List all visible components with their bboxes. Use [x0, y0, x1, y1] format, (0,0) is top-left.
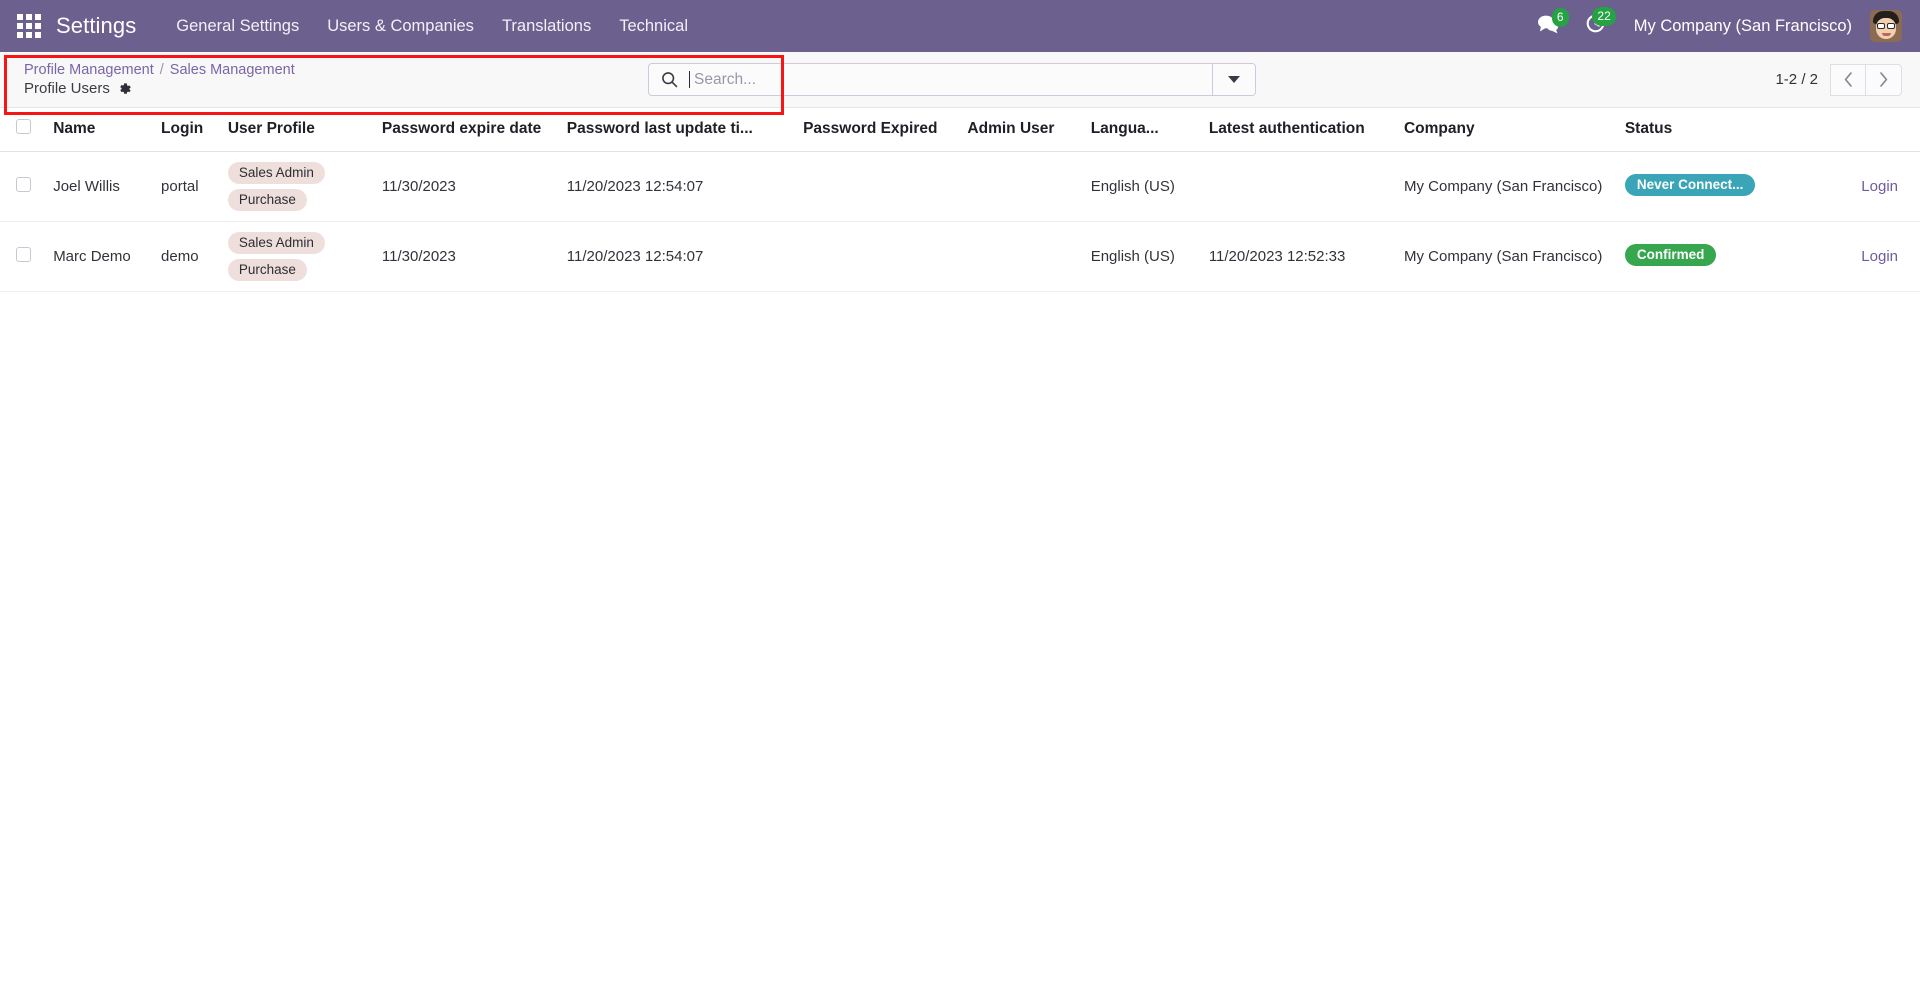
profile-tag[interactable]: Purchase	[228, 259, 307, 281]
status-badge: Confirmed	[1625, 244, 1717, 266]
chevron-down-icon	[1228, 76, 1240, 83]
gear-icon[interactable]	[118, 82, 132, 96]
messages-menu-button[interactable]: 6	[1527, 8, 1575, 45]
cell-latest-authentication: 11/20/2023 12:52:33	[1201, 222, 1396, 292]
table-row[interactable]: Joel Willisportal Sales Admin Purchase 11/3…	[0, 152, 1920, 222]
menu-item-translations[interactable]: Translations	[488, 9, 605, 44]
cell-login: demo	[153, 222, 220, 292]
pager: 1-2 / 2	[1775, 64, 1902, 96]
column-header-status[interactable]: Status	[1617, 108, 1807, 152]
page-title: Profile Users	[24, 79, 110, 98]
cell-password-last-update: 11/20/2023 12:54:07	[559, 152, 795, 222]
breadcrumb-separator: /	[160, 62, 164, 78]
navbar-menu: General Settings Users & Companies Trans…	[162, 9, 702, 44]
cell-status: Confirmed	[1617, 222, 1807, 292]
row-select-cell	[0, 222, 45, 292]
column-header-login[interactable]: Login	[153, 108, 220, 152]
select-all-checkbox[interactable]	[16, 119, 31, 134]
row-select-cell	[0, 152, 45, 222]
breadcrumb-links: Profile Management / Sales Management	[24, 61, 295, 80]
column-header-language[interactable]: Langua...	[1083, 108, 1201, 152]
list-view: Name Login User Profile Password expire …	[0, 108, 1920, 292]
login-link[interactable]: Login	[1861, 248, 1898, 265]
cell-admin-user	[959, 222, 1082, 292]
activities-count-badge: 22	[1592, 7, 1615, 26]
search-view: Search...	[648, 63, 1256, 96]
breadcrumb: Profile Management / Sales Management Prof…	[18, 61, 295, 99]
cell-login: portal	[153, 152, 220, 222]
avatar[interactable]	[1870, 10, 1902, 42]
cell-name: Joel Willis	[45, 152, 153, 222]
column-header-action	[1807, 108, 1920, 152]
cell-user-profile: Sales Admin Purchase	[220, 152, 374, 222]
table-header: Name Login User Profile Password expire …	[0, 108, 1920, 152]
column-header-admin-user[interactable]: Admin User	[959, 108, 1082, 152]
control-panel: Profile Management / Sales Management Prof…	[0, 52, 1920, 108]
user-company-menu[interactable]: My Company (San Francisco)	[1622, 11, 1864, 42]
cell-password-expired	[795, 152, 959, 222]
cell-action: Login	[1807, 152, 1920, 222]
chevron-right-icon	[1877, 71, 1890, 88]
search-placeholder: Search...	[694, 71, 1200, 89]
cell-language: English (US)	[1083, 222, 1201, 292]
messages-count-badge: 6	[1552, 8, 1569, 27]
apps-grid-icon[interactable]	[10, 7, 48, 45]
table-row[interactable]: Marc Demodemo Sales Admin Purchase 11/30/20…	[0, 222, 1920, 292]
cell-name: Marc Demo	[45, 222, 153, 292]
cell-password-expire-date: 11/30/2023	[374, 222, 559, 292]
menu-item-technical[interactable]: Technical	[605, 9, 702, 44]
cell-status: Never Connect...	[1617, 152, 1807, 222]
chevron-left-icon	[1842, 71, 1855, 88]
top-navbar: Settings General Settings Users & Compan…	[0, 0, 1920, 52]
search-icon	[661, 71, 678, 88]
pager-count[interactable]: 1-2 / 2	[1775, 71, 1830, 88]
column-header-name[interactable]: Name	[45, 108, 153, 152]
profile-users-table: Name Login User Profile Password expire …	[0, 108, 1920, 292]
tag-list: Sales Admin Purchase	[228, 162, 366, 211]
app-brand-settings[interactable]: Settings	[56, 13, 136, 39]
column-header-user-profile[interactable]: User Profile	[220, 108, 374, 152]
breadcrumb-item-profile-management[interactable]: Profile Management	[24, 62, 154, 78]
cell-password-last-update: 11/20/2023 12:54:07	[559, 222, 795, 292]
column-header-password-expire-date[interactable]: Password expire date	[374, 108, 559, 152]
cell-action: Login	[1807, 222, 1920, 292]
breadcrumb-item-sales-management[interactable]: Sales Management	[170, 62, 295, 78]
row-select-checkbox[interactable]	[16, 177, 31, 192]
activities-menu-button[interactable]: 22	[1575, 7, 1622, 45]
cell-language: English (US)	[1083, 152, 1201, 222]
cell-password-expire-date: 11/30/2023	[374, 152, 559, 222]
login-link[interactable]: Login	[1861, 178, 1898, 195]
table-body: Joel Willisportal Sales Admin Purchase 11/3…	[0, 152, 1920, 292]
cell-admin-user	[959, 152, 1082, 222]
cell-company: My Company (San Francisco)	[1396, 222, 1617, 292]
table-header-row: Name Login User Profile Password expire …	[0, 108, 1920, 152]
column-header-password-expired[interactable]: Password Expired	[795, 108, 959, 152]
text-caret	[689, 71, 690, 88]
status-badge: Never Connect...	[1625, 174, 1756, 196]
menu-item-general-settings[interactable]: General Settings	[162, 9, 313, 44]
pager-previous-button[interactable]	[1830, 64, 1866, 96]
cell-password-expired	[795, 222, 959, 292]
cell-latest-authentication	[1201, 152, 1396, 222]
cell-company: My Company (San Francisco)	[1396, 152, 1617, 222]
column-header-latest-authentication[interactable]: Latest authentication	[1201, 108, 1396, 152]
profile-tag[interactable]: Sales Admin	[228, 162, 325, 184]
column-header-company[interactable]: Company	[1396, 108, 1617, 152]
row-select-checkbox[interactable]	[16, 247, 31, 262]
navbar-right-systray: 6 22 My Company (San Francisco)	[1527, 7, 1902, 45]
profile-tag[interactable]: Sales Admin	[228, 232, 325, 254]
column-header-password-last-update[interactable]: Password last update ti...	[559, 108, 795, 152]
profile-tag[interactable]: Purchase	[228, 189, 307, 211]
search-input[interactable]: Search...	[649, 64, 1213, 95]
tag-list: Sales Admin Purchase	[228, 232, 366, 281]
pager-next-button[interactable]	[1866, 64, 1902, 96]
select-all-header	[0, 108, 45, 152]
page-title-row: Profile Users	[24, 79, 295, 98]
menu-item-users-companies[interactable]: Users & Companies	[313, 9, 488, 44]
cell-user-profile: Sales Admin Purchase	[220, 222, 374, 292]
search-dropdown-toggle[interactable]	[1213, 64, 1255, 95]
